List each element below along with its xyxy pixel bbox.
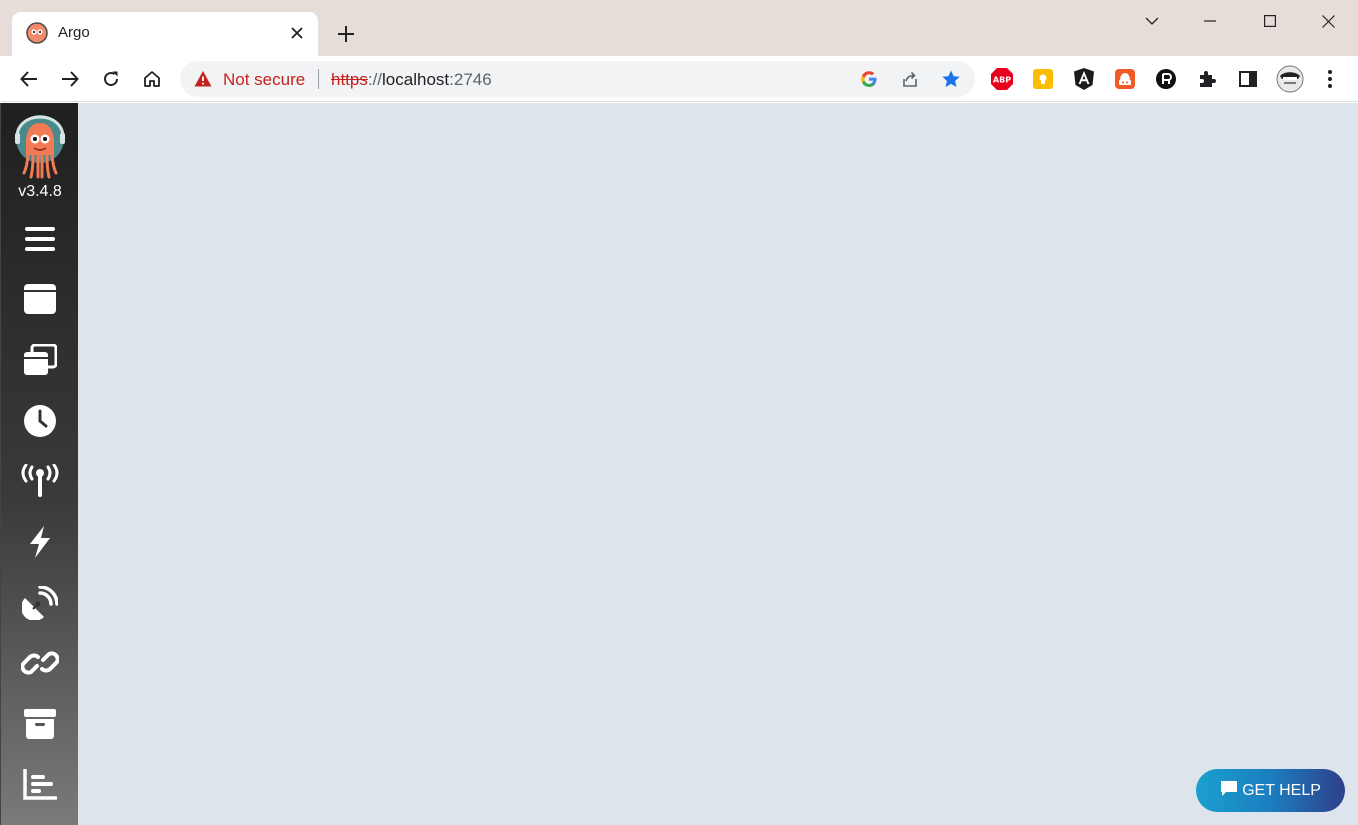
svg-text:ABP: ABP — [993, 76, 1011, 85]
minimize-icon[interactable] — [1188, 6, 1232, 36]
version-label: v3.4.8 — [18, 183, 62, 200]
bolt-icon — [27, 525, 53, 564]
main-content — [78, 103, 1358, 825]
url-text[interactable]: https://localhost:2746 — [331, 70, 492, 90]
bookmark-star-icon[interactable] — [940, 68, 962, 90]
warning-triangle-icon[interactable] — [194, 70, 212, 88]
bar-chart-icon — [23, 767, 58, 806]
browser-menu-icon[interactable] — [1318, 67, 1342, 91]
sidebar-item-event-sources[interactable] — [20, 463, 60, 503]
sidebar-item-cron-workflows[interactable] — [20, 403, 60, 443]
sidebar: v3.4.8 — [0, 103, 78, 825]
puzzle-icon[interactable] — [1195, 67, 1219, 91]
tab-title: Argo — [58, 24, 90, 41]
reload-icon[interactable] — [96, 64, 126, 94]
tab-close-icon[interactable] — [286, 22, 308, 44]
get-help-label: GET HELP — [1242, 781, 1321, 799]
argo-favicon-icon — [26, 22, 48, 44]
window-icon — [23, 283, 57, 320]
forward-arrow-icon[interactable] — [55, 64, 85, 94]
broadcast-icon — [21, 463, 59, 503]
sidepanel-icon[interactable] — [1236, 67, 1260, 91]
vpn-icon[interactable] — [1113, 67, 1137, 91]
url-port: :2746 — [449, 70, 492, 89]
sidebar-item-workflows[interactable] — [20, 281, 60, 321]
url-host: localhost — [382, 70, 450, 89]
back-arrow-icon[interactable] — [14, 64, 44, 94]
new-tab-icon[interactable] — [332, 20, 360, 48]
profile-avatar[interactable] — [1276, 65, 1304, 93]
sidebar-item-archived-workflows[interactable] — [20, 706, 60, 746]
hamburger-icon — [24, 226, 56, 257]
sidebar-item-links[interactable] — [20, 645, 60, 685]
tab-search-chevron-icon[interactable] — [1130, 6, 1174, 36]
chat-bubble-icon — [1220, 779, 1238, 802]
keep-icon[interactable] — [1031, 67, 1055, 91]
archive-icon — [23, 708, 57, 745]
home-icon[interactable] — [137, 64, 167, 94]
share-icon[interactable] — [899, 68, 921, 90]
get-help-button[interactable]: GET HELP — [1196, 769, 1345, 812]
url-separator: :// — [367, 70, 383, 89]
privacy-icon[interactable] — [1154, 67, 1178, 91]
angular-icon[interactable] — [1072, 67, 1096, 91]
satellite-dish-icon — [21, 584, 59, 625]
window-close-icon[interactable] — [1306, 6, 1350, 36]
address-bar[interactable]: Not secure https://localhost:2746 — [180, 61, 975, 97]
address-separator — [318, 69, 319, 89]
not-secure-label[interactable]: Not secure — [223, 70, 305, 90]
stacked-windows-icon — [23, 343, 58, 381]
clock-icon — [23, 404, 57, 443]
sidebar-item-event-flow[interactable] — [20, 584, 60, 625]
argo-logo-icon[interactable] — [15, 115, 65, 179]
sidebar-item-sensors[interactable] — [20, 524, 60, 564]
browser-tab[interactable]: Argo — [12, 12, 318, 56]
browser-titlebar: Argo — [0, 0, 1358, 56]
sidebar-item-menu[interactable] — [20, 221, 60, 261]
browser-toolbar: Not secure https://localhost:2746 ABP — [0, 56, 1358, 102]
argo-app: v3.4.8 GET HELP — [0, 103, 1358, 825]
sidebar-item-reports[interactable] — [20, 767, 60, 807]
adblock-plus-icon[interactable]: ABP — [990, 67, 1014, 91]
link-icon — [20, 646, 60, 685]
sidebar-item-workflow-templates[interactable] — [20, 342, 60, 382]
url-scheme: https — [331, 70, 368, 89]
google-lens-icon[interactable] — [858, 68, 880, 90]
maximize-icon[interactable] — [1248, 6, 1292, 36]
